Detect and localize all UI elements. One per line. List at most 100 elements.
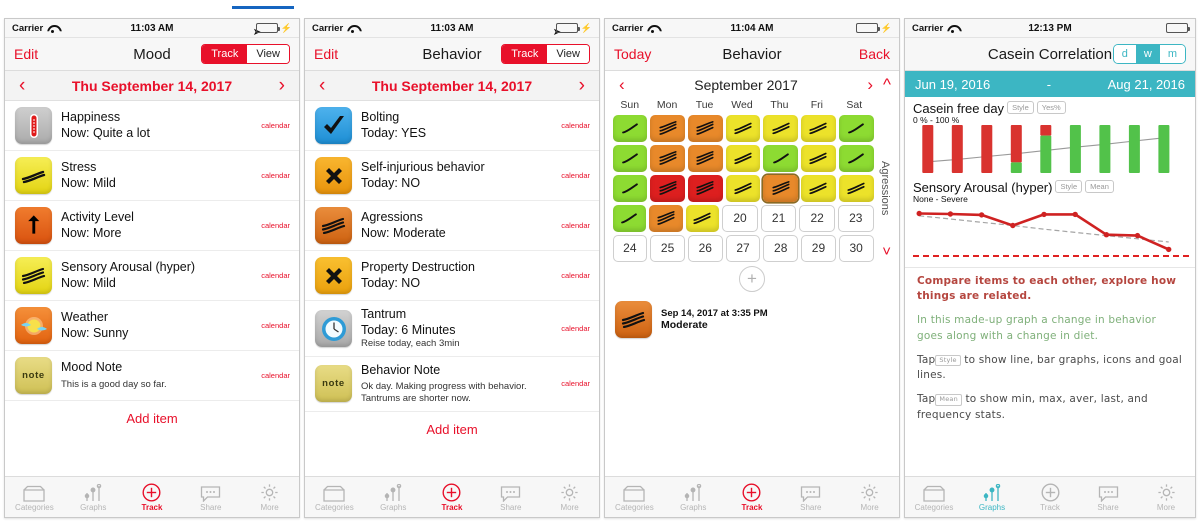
style-pill[interactable]: Style: [935, 354, 961, 367]
prev-day-chevron-icon[interactable]: ‹: [19, 76, 25, 95]
calendar-day-cell[interactable]: [763, 114, 799, 142]
calendar-day-cell[interactable]: [763, 174, 799, 202]
calendar-day-cell[interactable]: [612, 204, 647, 232]
tab-track[interactable]: Track: [723, 482, 782, 512]
edit-button[interactable]: Edit: [314, 46, 338, 62]
calendar-day-cell[interactable]: [838, 144, 874, 172]
calendar-link[interactable]: calendar: [257, 171, 290, 180]
calendar-link[interactable]: calendar: [557, 271, 590, 280]
calendar-link[interactable]: calendar: [257, 271, 290, 280]
tab-more[interactable]: More: [540, 483, 599, 512]
tab-share[interactable]: Share: [1079, 483, 1137, 512]
segment-track[interactable]: Track: [202, 45, 248, 63]
tab-graphs[interactable]: Graphs: [364, 483, 423, 512]
next-day-chevron-icon[interactable]: ›: [579, 76, 585, 95]
list-item[interactable]: Bolting Today: YES calendar: [305, 101, 599, 151]
list-item[interactable]: Stress Now: Mild calendar: [5, 151, 299, 201]
calendar-link[interactable]: calendar: [557, 324, 590, 333]
calendar-link[interactable]: calendar: [257, 121, 290, 130]
calendar-day-cell[interactable]: [763, 144, 799, 172]
tab-categories[interactable]: Categories: [605, 483, 664, 512]
calendar-day-cell[interactable]: [687, 144, 723, 172]
calendar-day-cell[interactable]: [650, 174, 685, 202]
calendar-day-cell[interactable]: [612, 144, 648, 172]
calendar-day-cell[interactable]: 21: [760, 204, 797, 232]
segment-month[interactable]: m: [1159, 45, 1185, 63]
segment-track[interactable]: Track: [502, 45, 548, 63]
tab-track[interactable]: Track: [1021, 482, 1079, 512]
tab-track[interactable]: Track: [123, 482, 182, 512]
segment-view[interactable]: View: [247, 45, 289, 63]
tab-track[interactable]: Track: [423, 482, 482, 512]
add-item-button[interactable]: Add item: [305, 412, 599, 449]
calendar-day-cell[interactable]: [838, 174, 874, 202]
list-item[interactable]: Happiness Now: Quite a lot calendar: [5, 101, 299, 151]
entry-list-item[interactable]: Sep 14, 2017 at 3:35 PM Moderate: [605, 296, 899, 343]
back-button[interactable]: Back: [859, 46, 890, 62]
calendar-day-cell[interactable]: [725, 174, 761, 202]
style-button[interactable]: Style: [1007, 101, 1034, 114]
tab-more[interactable]: More: [1137, 483, 1195, 512]
style-button[interactable]: Style: [1055, 180, 1083, 193]
calendar-link[interactable]: calendar: [257, 221, 290, 230]
calendar-link[interactable]: calendar: [257, 321, 290, 330]
calendar-link[interactable]: calendar: [557, 379, 590, 388]
tab-categories[interactable]: Categories: [905, 483, 963, 512]
expand-chevron-down-icon[interactable]: ˅: [882, 243, 891, 260]
calendar-link[interactable]: calendar: [557, 221, 590, 230]
next-day-chevron-icon[interactable]: ›: [279, 76, 285, 95]
list-item[interactable]: ⭡ Activity Level Now: More calendar: [5, 201, 299, 251]
edit-button[interactable]: Edit: [14, 46, 38, 62]
mean-button[interactable]: Mean: [1085, 180, 1114, 193]
list-item[interactable]: Agressions Now: Moderate calendar: [305, 201, 599, 251]
calendar-day-cell[interactable]: [687, 114, 723, 142]
list-item[interactable]: note Mood Note This is a good day so far…: [5, 351, 299, 401]
calendar-day-cell[interactable]: 22: [799, 204, 835, 232]
segment-view[interactable]: View: [547, 45, 589, 63]
tab-more[interactable]: More: [240, 483, 299, 512]
tab-graphs[interactable]: Graphs: [664, 483, 723, 512]
calendar-link[interactable]: calendar: [557, 121, 590, 130]
calendar-day-cell[interactable]: 23: [837, 204, 874, 232]
tab-graphs[interactable]: Graphs: [64, 483, 123, 512]
calendar-day-cell[interactable]: [612, 174, 648, 202]
calendar-grid[interactable]: 20 21 22 23 24 25 26 27 28 29 30: [611, 113, 875, 263]
calendar-day-cell[interactable]: [650, 144, 685, 172]
calendar-day-cell[interactable]: [685, 204, 720, 232]
calendar-day-cell[interactable]: [612, 114, 648, 142]
calendar-day-cell[interactable]: [725, 144, 761, 172]
tab-graphs[interactable]: Graphs: [963, 483, 1021, 512]
calendar-link[interactable]: calendar: [557, 171, 590, 180]
calendar-day-cell[interactable]: [649, 204, 683, 232]
calendar-day-cell[interactable]: [725, 114, 761, 142]
list-item[interactable]: Property Destruction Today: NO calendar: [305, 251, 599, 301]
track-view-segmented-control[interactable]: Track View: [201, 44, 290, 64]
list-item[interactable]: Tantrum Today: 6 Minutes Reise today, ea…: [305, 301, 599, 358]
calendar-day-cell[interactable]: [650, 114, 685, 142]
segment-day[interactable]: d: [1113, 45, 1136, 63]
prev-day-chevron-icon[interactable]: ‹: [319, 76, 325, 95]
tab-categories[interactable]: Categories: [305, 483, 364, 512]
next-month-chevron-icon[interactable]: ›: [867, 75, 873, 95]
today-button[interactable]: Today: [614, 46, 651, 62]
calendar-day-cell[interactable]: [801, 174, 836, 202]
current-date-label[interactable]: Thu September 14, 2017: [72, 78, 232, 94]
calendar-day-cell[interactable]: [838, 114, 874, 142]
tab-share[interactable]: Share: [181, 483, 240, 512]
calendar-day-cell[interactable]: [801, 144, 836, 172]
list-item[interactable]: note Behavior Note Ok day. Making progre…: [305, 357, 599, 412]
calendar-day-cell[interactable]: [801, 114, 836, 142]
collapse-chevron-up-icon[interactable]: ^: [883, 75, 891, 95]
tab-more[interactable]: More: [840, 483, 899, 512]
tab-share[interactable]: Share: [781, 483, 840, 512]
calendar-day-cell[interactable]: [687, 174, 723, 202]
add-entry-button[interactable]: +: [739, 266, 765, 292]
track-view-segmented-control[interactable]: Track View: [501, 44, 590, 64]
mean-pill[interactable]: Mean: [935, 394, 962, 406]
calendar-link[interactable]: calendar: [257, 371, 290, 380]
tab-share[interactable]: Share: [481, 483, 540, 512]
tab-categories[interactable]: Categories: [5, 483, 64, 512]
list-item[interactable]: Sensory Arousal (hyper) Now: Mild calend…: [5, 251, 299, 301]
date-range-bar[interactable]: Jun 19, 2016 - Aug 21, 2016: [905, 71, 1195, 97]
list-item[interactable]: Weather Now: Sunny calendar: [5, 301, 299, 351]
